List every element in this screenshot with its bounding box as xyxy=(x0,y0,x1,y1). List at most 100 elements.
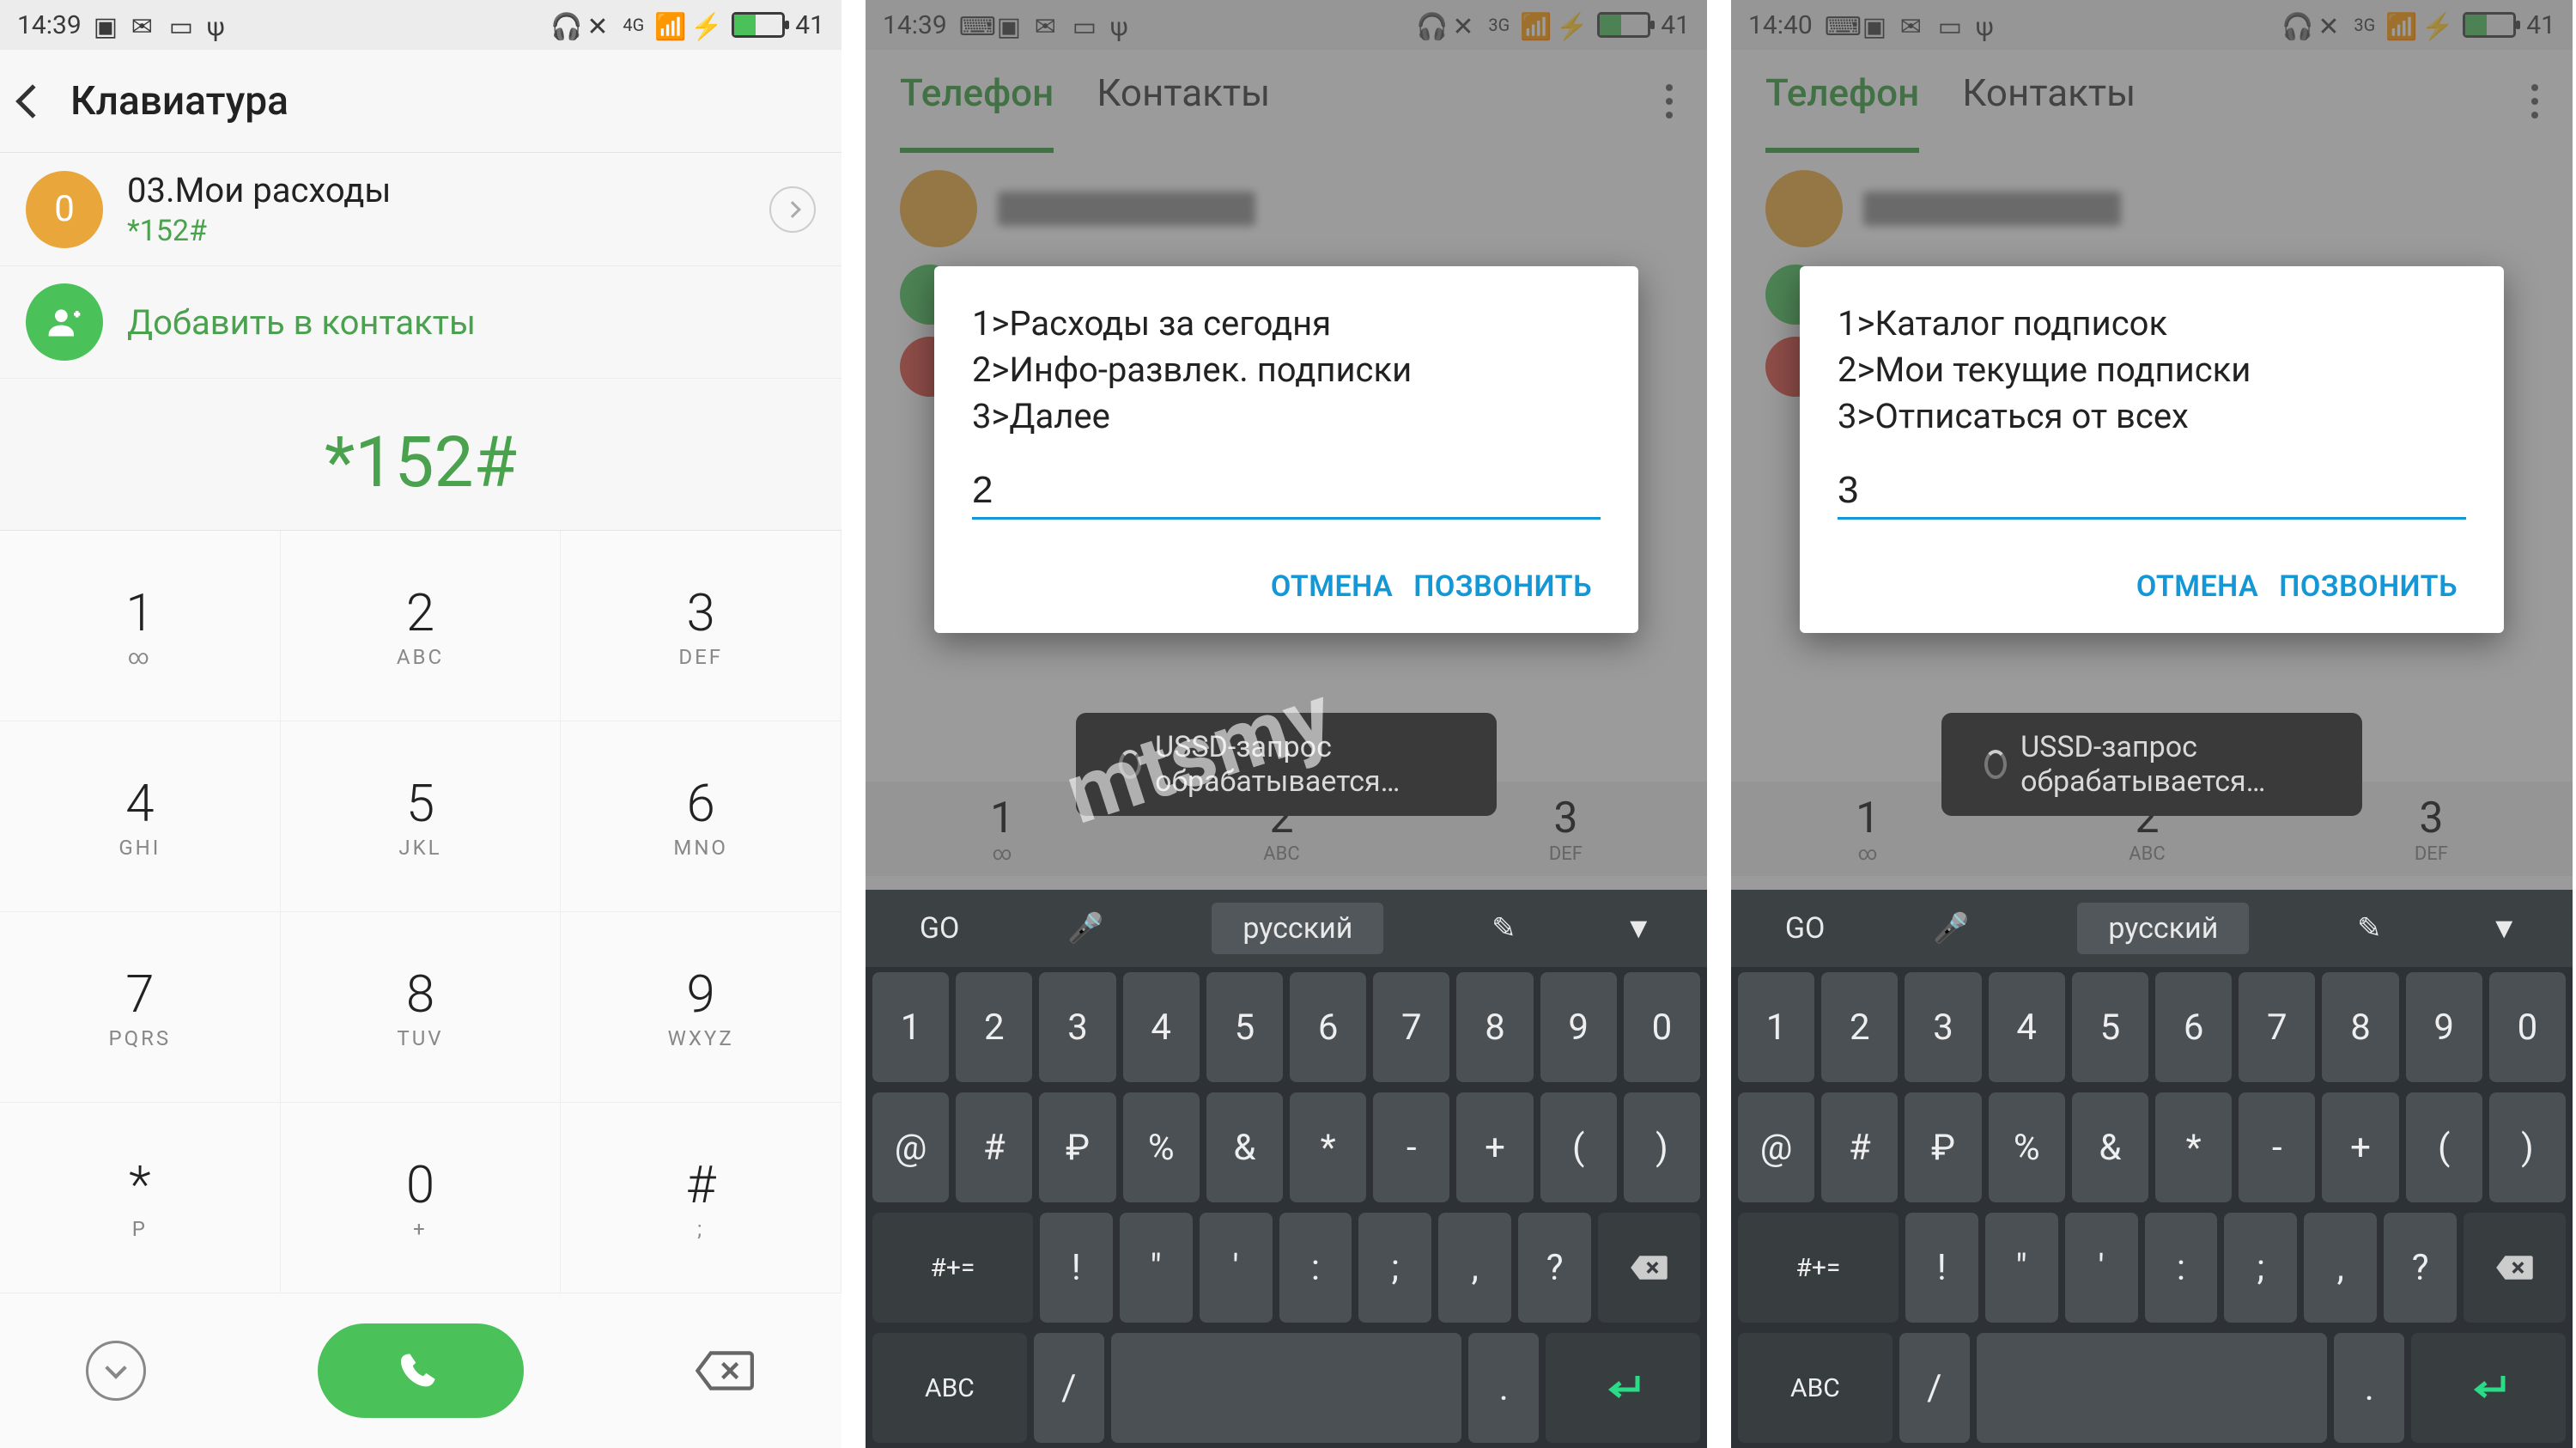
backspace-key[interactable] xyxy=(2464,1213,2566,1323)
key[interactable]: . xyxy=(1468,1333,1539,1443)
key[interactable]: , xyxy=(2304,1213,2377,1323)
dialog-input[interactable] xyxy=(972,460,1601,520)
key[interactable]: - xyxy=(1373,1092,1449,1202)
key-6[interactable]: 6 xyxy=(2155,972,2232,1082)
key-0[interactable]: 0 xyxy=(2489,972,2566,1082)
symbols-key[interactable]: #+= xyxy=(872,1213,1033,1323)
key-1[interactable]: 1 xyxy=(1738,972,1814,1082)
key[interactable]: ! xyxy=(1040,1213,1113,1323)
key[interactable]: " xyxy=(1985,1213,2058,1323)
key[interactable]: ? xyxy=(2384,1213,2457,1323)
key-2[interactable]: 2 xyxy=(956,972,1032,1082)
dial-key-4[interactable]: 4GHI xyxy=(0,721,281,912)
key-2[interactable]: 2 xyxy=(1821,972,1898,1082)
key[interactable]: ! xyxy=(1905,1213,1978,1323)
dial-key-9[interactable]: 9WXYZ xyxy=(561,912,841,1103)
dial-key-*[interactable]: *P xyxy=(0,1103,281,1293)
collapse-button[interactable] xyxy=(86,1341,146,1401)
backspace-button[interactable] xyxy=(696,1350,756,1391)
key[interactable]: @ xyxy=(872,1092,949,1202)
key-5[interactable]: 5 xyxy=(1206,972,1283,1082)
dialog-input[interactable] xyxy=(1838,460,2466,520)
key[interactable]: : xyxy=(2145,1213,2218,1323)
key[interactable]: ( xyxy=(2406,1092,2482,1202)
match-row[interactable]: 0 03.Мои расходы *152# xyxy=(0,153,841,266)
key-7[interactable]: 7 xyxy=(1373,972,1449,1082)
key[interactable]: @ xyxy=(1738,1092,1814,1202)
go-key[interactable]: GO xyxy=(920,911,960,946)
dial-key-7[interactable]: 7PQRS xyxy=(0,912,281,1103)
key-9[interactable]: 9 xyxy=(1540,972,1617,1082)
dial-key-1[interactable]: 1∞ xyxy=(0,531,281,721)
key[interactable]: ) xyxy=(2489,1092,2566,1202)
edit-icon[interactable]: ✎ xyxy=(1492,911,1516,946)
abc-key[interactable]: ABC xyxy=(872,1333,1027,1443)
enter-key[interactable] xyxy=(2411,1333,2566,1443)
mic-icon[interactable]: 🎤 xyxy=(1933,911,1969,946)
dial-key-5[interactable]: 5JKL xyxy=(281,721,562,912)
key[interactable]: ' xyxy=(1200,1213,1273,1323)
key[interactable]: % xyxy=(1989,1092,2065,1202)
dial-key-2[interactable]: 2ABC xyxy=(281,531,562,721)
key[interactable]: ' xyxy=(2065,1213,2138,1323)
send-button[interactable]: ПОЗВОНИТЬ xyxy=(2270,563,2466,611)
key-4[interactable]: 4 xyxy=(1123,972,1200,1082)
language-key[interactable]: русский xyxy=(1212,903,1383,954)
key[interactable]: ₽ xyxy=(1905,1092,1981,1202)
key-3[interactable]: 3 xyxy=(1905,972,1981,1082)
key-8[interactable]: 8 xyxy=(1456,972,1533,1082)
cancel-button[interactable]: ОТМЕНА xyxy=(1262,563,1401,611)
key[interactable]: ) xyxy=(1624,1092,1700,1202)
key[interactable]: ? xyxy=(1518,1213,1591,1323)
key[interactable]: # xyxy=(956,1092,1032,1202)
abc-key[interactable]: ABC xyxy=(1738,1333,1893,1443)
key-8[interactable]: 8 xyxy=(2322,972,2398,1082)
space-key[interactable] xyxy=(1977,1333,2328,1443)
cancel-button[interactable]: ОТМЕНА xyxy=(2128,563,2267,611)
mic-icon[interactable]: 🎤 xyxy=(1067,911,1103,946)
key[interactable]: : xyxy=(1279,1213,1352,1323)
symbols-key[interactable]: #+= xyxy=(1738,1213,1899,1323)
key-5[interactable]: 5 xyxy=(2072,972,2148,1082)
back-icon[interactable] xyxy=(15,84,50,119)
go-key[interactable]: GO xyxy=(1785,911,1826,946)
key[interactable]: ; xyxy=(2224,1213,2297,1323)
dial-key-0[interactable]: 0+ xyxy=(281,1103,562,1293)
dial-key-#[interactable]: #; xyxy=(561,1103,841,1293)
key[interactable]: & xyxy=(2072,1092,2148,1202)
collapse-kb-icon[interactable]: ▼ xyxy=(2489,911,2518,946)
key-6[interactable]: 6 xyxy=(1290,972,1366,1082)
key[interactable]: . xyxy=(2334,1333,2404,1443)
dial-key-6[interactable]: 6MNO xyxy=(561,721,841,912)
key-0[interactable]: 0 xyxy=(1624,972,1700,1082)
send-button[interactable]: ПОЗВОНИТЬ xyxy=(1405,563,1601,611)
key[interactable]: / xyxy=(1034,1333,1104,1443)
key[interactable]: + xyxy=(2322,1092,2398,1202)
details-button[interactable] xyxy=(769,186,816,233)
key[interactable]: * xyxy=(1290,1092,1366,1202)
key[interactable]: # xyxy=(1821,1092,1898,1202)
key[interactable]: ( xyxy=(1540,1092,1617,1202)
add-contact-row[interactable]: Добавить в контакты xyxy=(0,266,841,379)
key[interactable]: " xyxy=(1120,1213,1193,1323)
key-9[interactable]: 9 xyxy=(2406,972,2482,1082)
key-7[interactable]: 7 xyxy=(2239,972,2315,1082)
key[interactable]: ; xyxy=(1358,1213,1431,1323)
collapse-kb-icon[interactable]: ▼ xyxy=(1624,911,1653,946)
key[interactable]: * xyxy=(2155,1092,2232,1202)
edit-icon[interactable]: ✎ xyxy=(2357,911,2382,946)
call-button[interactable] xyxy=(318,1323,524,1418)
key-4[interactable]: 4 xyxy=(1989,972,2065,1082)
key[interactable]: / xyxy=(1899,1333,1970,1443)
dial-key-3[interactable]: 3DEF xyxy=(561,531,841,721)
key-3[interactable]: 3 xyxy=(1039,972,1115,1082)
backspace-key[interactable] xyxy=(1598,1213,1700,1323)
key[interactable]: - xyxy=(2239,1092,2315,1202)
enter-key[interactable] xyxy=(1546,1333,1700,1443)
key[interactable]: & xyxy=(1206,1092,1283,1202)
key[interactable]: ₽ xyxy=(1039,1092,1115,1202)
key[interactable]: , xyxy=(1438,1213,1511,1323)
key[interactable]: + xyxy=(1456,1092,1533,1202)
dial-key-8[interactable]: 8TUV xyxy=(281,912,562,1103)
space-key[interactable] xyxy=(1111,1333,1462,1443)
